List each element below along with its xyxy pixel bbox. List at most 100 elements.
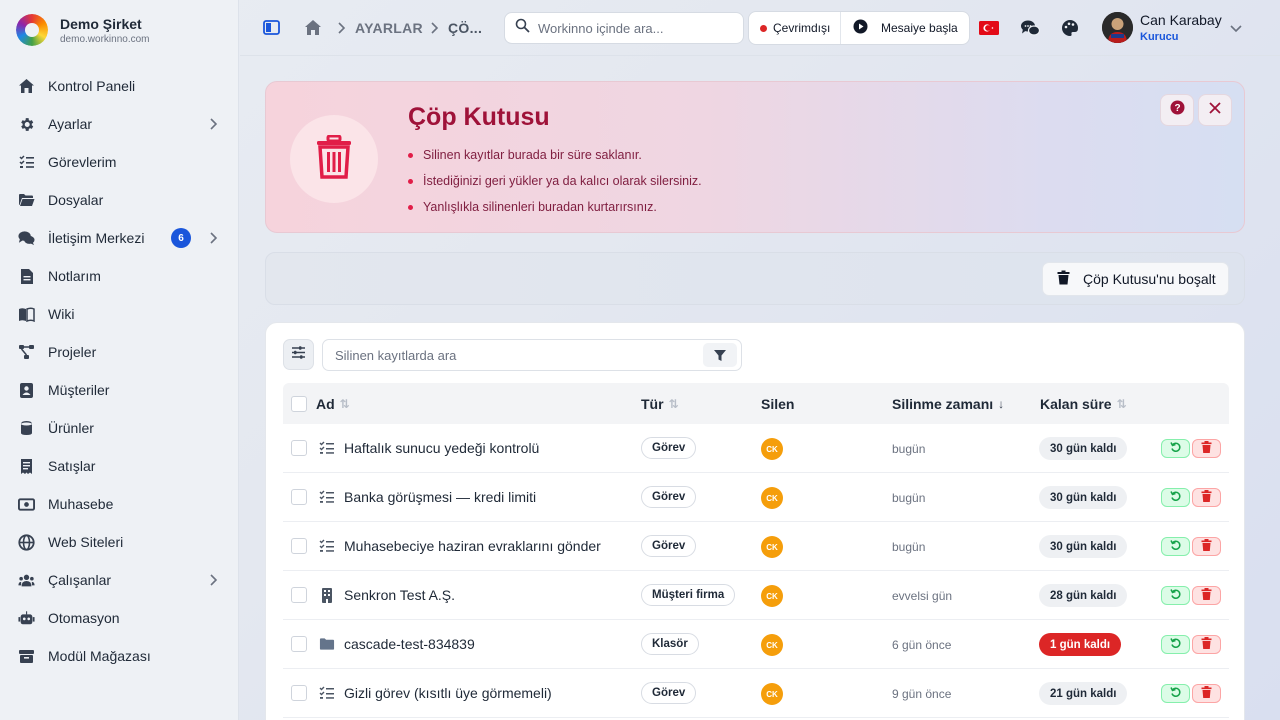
sidebar-item-iletisim-merkezi[interactable]: İletişim Merkezi 6 [0,219,239,257]
project-icon [18,344,35,361]
sidebar-item-projeler[interactable]: Projeler [0,333,239,371]
record-name[interactable]: Banka görüşmesi — kredi limiti [344,489,536,505]
row-checkbox[interactable] [291,440,307,456]
global-search[interactable] [504,12,744,44]
sidebar-item-modul-magazasi[interactable]: Modül Mağazası [0,637,239,675]
description-item: Silinen kayıtlar burada bir süre saklanı… [408,142,702,168]
chevron-right-icon [336,21,348,35]
restore-button[interactable] [1161,439,1190,458]
table-row[interactable]: Banka görüşmesi — kredi limiti Görev CK bug… [283,473,1229,522]
column-label: Silen [761,396,795,412]
breadcrumb-current: ÇÖ... [448,20,483,36]
globe-icon [18,533,35,551]
trash-search[interactable] [322,339,742,371]
breadcrumb-item[interactable]: AYARLAR [355,20,423,36]
status-offline-button[interactable]: Çevrimdışı [749,12,841,44]
deleted-by-avatar: CK [761,536,783,558]
deleted-at: evvelsi gün [892,589,953,603]
page-header-card: Çöp Kutusu Silinen kayıtlar burada bir s… [265,81,1245,233]
turkey-flag-icon[interactable] [979,18,999,38]
sidebar-item-label: Ayarlar [48,116,93,132]
status-dot [760,24,767,32]
sliders-icon [291,345,306,364]
row-checkbox[interactable] [291,685,307,701]
messages-icon[interactable] [1020,18,1040,38]
restore-button[interactable] [1161,635,1190,654]
note-icon [18,268,35,285]
empty-trash-button[interactable]: Çöp Kutusu'nu boşalt [1042,262,1229,296]
palette-icon[interactable] [1060,18,1080,38]
help-button[interactable]: ? [1160,94,1194,126]
user-name[interactable]: Can Karabay [1140,12,1222,28]
restore-button[interactable] [1161,586,1190,605]
sidebar-item-urunler[interactable]: Ürünler [0,409,239,447]
delete-permanently-button[interactable] [1192,439,1221,458]
chevron-down-icon[interactable] [1229,22,1243,34]
search-input[interactable] [538,20,728,36]
table-row[interactable]: Senkron Test A.Ş. Müşteri firma CK evvelsi … [283,571,1229,620]
home-icon[interactable] [304,19,322,37]
table-row[interactable]: Haftalık sunucu yedeği kontrolü Görev CK bu… [283,424,1229,473]
table-row[interactable]: Gizli görev (kısıtlı üye görmemeli) Görev… [283,669,1229,718]
sidebar-toggle-icon[interactable] [263,20,280,35]
column-header-type[interactable]: Tür ⇅ [641,396,679,412]
record-name[interactable]: Gizli görev (kısıtlı üye görmemeli) [344,685,552,701]
restore-button[interactable] [1161,684,1190,703]
sidebar-item-wiki[interactable]: Wiki [0,295,239,333]
status-label: Çevrimdışı [773,21,831,35]
sidebar-item-label: Muhasebe [48,496,114,512]
record-type-badge: Görev [641,437,697,459]
row-checkbox[interactable] [291,636,307,652]
product-icon [18,420,35,437]
row-checkbox[interactable] [291,587,307,603]
select-all-checkbox[interactable] [291,396,307,412]
delete-permanently-button[interactable] [1192,586,1221,605]
restore-button[interactable] [1161,488,1190,507]
chat-icon [18,230,35,247]
close-button[interactable] [1198,94,1232,126]
column-header-remaining[interactable]: Kalan süre ⇅ [1040,396,1127,412]
close-icon [1208,101,1222,120]
sidebar-item-ayarlar[interactable]: Ayarlar [0,105,239,143]
column-header-deleted-at[interactable]: Silinme zamanı ↓ [892,396,1004,412]
filter-funnel-icon[interactable] [703,343,737,367]
remaining-time-badge: 30 gün kaldı [1039,486,1128,509]
sidebar-item-gorevlerim[interactable]: Görevlerim [0,143,239,181]
restore-icon [1169,440,1182,458]
column-settings-button[interactable] [283,339,314,370]
sidebar-item-web-siteleri[interactable]: Web Siteleri [0,523,239,561]
column-label: Kalan süre [1040,396,1112,412]
trash-search-input[interactable] [335,347,695,363]
sidebar-item-satislar[interactable]: Satışlar [0,447,239,485]
sidebar-item-label: Web Siteleri [48,534,124,550]
sidebar-item-dosyalar[interactable]: Dosyalar [0,181,239,219]
record-name[interactable]: Senkron Test A.Ş. [344,587,455,603]
restore-button[interactable] [1161,537,1190,556]
row-checkbox[interactable] [291,538,307,554]
row-checkbox[interactable] [291,489,307,505]
delete-permanently-button[interactable] [1192,684,1221,703]
brand[interactable]: Demo Şirket demo.workinno.com [16,10,236,50]
sidebar-item-calisanlar[interactable]: Çalışanlar [0,561,239,599]
delete-permanently-button[interactable] [1192,635,1221,654]
sidebar-item-otomasyon[interactable]: Otomasyon [0,599,239,637]
table-row[interactable]: Muhasebeciye haziran evraklarını gönder G… [283,522,1229,571]
sidebar-item-kontrol-paneli[interactable]: Kontrol Paneli [0,67,239,105]
table-row[interactable]: cascade-test-834839 Klasör CK 6 gün önce 1 g… [283,620,1229,669]
start-shift-button[interactable]: Mesaiye başla [841,12,958,44]
record-name[interactable]: Haftalık sunucu yedeği kontrolü [344,440,539,456]
record-name[interactable]: cascade-test-834839 [344,636,475,652]
column-header-name[interactable]: Ad ⇅ [316,396,350,412]
search-icon [515,18,530,38]
play-icon [853,19,868,37]
sidebar-item-muhasebe[interactable]: Muhasebe [0,485,239,523]
sidebar-item-notlarim[interactable]: Notlarım [0,257,239,295]
delete-permanently-button[interactable] [1192,488,1221,507]
empty-trash-label: Çöp Kutusu'nu boşalt [1083,271,1216,287]
user-avatar[interactable] [1102,12,1133,43]
contact-book-icon [18,382,35,399]
delete-permanently-button[interactable] [1192,537,1221,556]
restore-icon [1169,489,1182,507]
sidebar-item-musteriler[interactable]: Müşteriler [0,371,239,409]
record-name[interactable]: Muhasebeciye haziran evraklarını gönder [344,538,601,554]
